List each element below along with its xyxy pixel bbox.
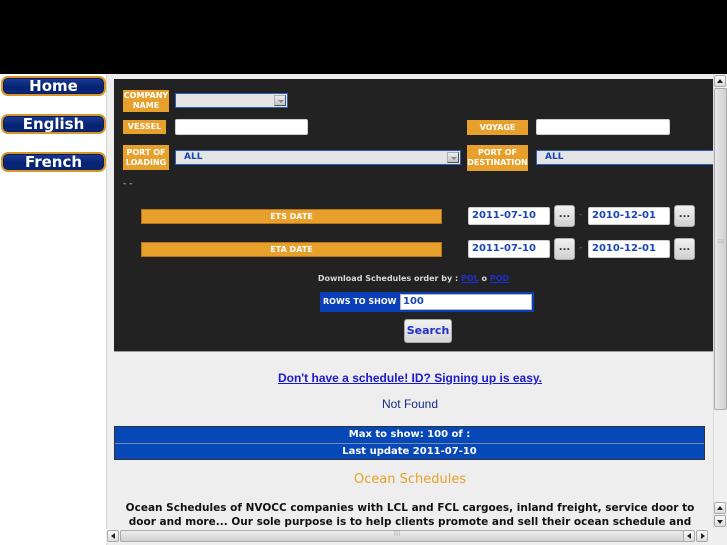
eta-to-picker-button[interactable]: ... bbox=[674, 238, 695, 260]
voyage-input[interactable] bbox=[536, 119, 670, 135]
page-header bbox=[0, 0, 727, 74]
grip-icon: ⠿⠿ bbox=[393, 531, 401, 538]
rows-to-show-label: ROWS TO SHOW bbox=[323, 297, 397, 306]
chevron-down-icon[interactable] bbox=[274, 95, 286, 106]
ocean-schedules-title: Ocean Schedules bbox=[353, 472, 467, 487]
eta-from-input[interactable]: 2011-07-10 bbox=[468, 240, 550, 258]
date-separator: - bbox=[579, 210, 583, 220]
scroll-up-small-icon[interactable] bbox=[714, 502, 726, 514]
company-name-select[interactable] bbox=[175, 93, 288, 108]
search-button[interactable]: Search bbox=[404, 319, 452, 343]
horizontal-scrollbar[interactable]: ⠿⠿ bbox=[106, 529, 713, 543]
search-panel: COMPANY NAME VESSEL VOYAGE PORT OF LOADI… bbox=[114, 79, 716, 352]
nav-french-button[interactable]: French bbox=[1, 152, 106, 172]
eta-to-input[interactable]: 2010-12-01 bbox=[588, 240, 670, 258]
vertical-scroll-thumb[interactable]: ⠿⠿ bbox=[714, 88, 727, 410]
results-info-bar: Max to show: 100 of : Last update 2011-0… bbox=[114, 426, 705, 460]
max-to-show-text: Max to show: 100 of : bbox=[348, 429, 471, 440]
date-separator: - bbox=[579, 243, 583, 253]
scroll-left-small-icon[interactable] bbox=[683, 530, 695, 542]
download-text: Download Schedules order by : bbox=[317, 274, 461, 283]
horizontal-scroll-thumb[interactable]: ⠿⠿ bbox=[120, 530, 684, 542]
vertical-scrollbar[interactable]: ⠿⠿ bbox=[713, 74, 727, 528]
port-of-destination-label: PORT OF DESTINATION bbox=[467, 145, 528, 171]
chevron-down-icon[interactable] bbox=[447, 152, 459, 163]
scroll-down-icon[interactable] bbox=[714, 515, 726, 527]
separator-text: - - bbox=[123, 179, 133, 189]
ets-to-picker-button[interactable]: ... bbox=[674, 205, 695, 227]
results-status: Not Found bbox=[381, 397, 439, 411]
download-pol-link[interactable]: POL bbox=[461, 274, 479, 283]
nav-home-button[interactable]: Home bbox=[1, 76, 106, 96]
voyage-label: VOYAGE bbox=[467, 120, 528, 135]
scroll-right-icon[interactable] bbox=[696, 530, 708, 542]
ets-from-input[interactable]: 2011-07-10 bbox=[468, 207, 550, 225]
ets-to-input[interactable]: 2010-12-01 bbox=[588, 207, 670, 225]
download-or-text: o bbox=[478, 274, 490, 283]
ets-from-picker-button[interactable]: ... bbox=[554, 205, 575, 227]
download-schedules: Download Schedules order by : POL o POD bbox=[114, 274, 713, 283]
port-of-loading-select[interactable]: ALL bbox=[175, 150, 461, 165]
ocean-schedules-description: Ocean Schedules of NVOCC companies with … bbox=[125, 502, 695, 528]
last-update-text: Last update 2011-07-10 bbox=[115, 443, 704, 459]
vessel-input[interactable] bbox=[175, 119, 308, 135]
grip-icon: ⠿⠿ bbox=[717, 239, 725, 246]
signup-link[interactable]: Don't have a schedule! ID? Signing up is… bbox=[278, 371, 542, 385]
scroll-up-icon[interactable] bbox=[714, 75, 726, 87]
port-of-destination-value: ALL bbox=[545, 152, 564, 162]
signup-section: Don't have a schedule! ID? Signing up is… bbox=[107, 367, 713, 386]
rows-to-show: ROWS TO SHOW 100 bbox=[320, 292, 534, 312]
port-of-destination-select[interactable]: ALL bbox=[536, 150, 716, 165]
eta-from-picker-button[interactable]: ... bbox=[554, 238, 575, 260]
eta-date-label: ETA DATE bbox=[141, 242, 442, 257]
scroll-left-icon[interactable] bbox=[107, 530, 119, 542]
ets-date-label: ETS DATE bbox=[141, 209, 442, 224]
port-of-loading-label: PORT OF LOADING bbox=[123, 145, 169, 170]
download-pod-link[interactable]: POD bbox=[490, 274, 509, 283]
vessel-label: VESSEL bbox=[123, 120, 166, 134]
company-name-label: COMPANY NAME bbox=[123, 90, 169, 112]
content-frame: COMPANY NAME VESSEL VOYAGE PORT OF LOADI… bbox=[106, 74, 727, 545]
port-of-loading-value: ALL bbox=[184, 152, 203, 162]
nav-english-button[interactable]: English bbox=[1, 114, 106, 134]
rows-to-show-input[interactable]: 100 bbox=[400, 294, 532, 310]
